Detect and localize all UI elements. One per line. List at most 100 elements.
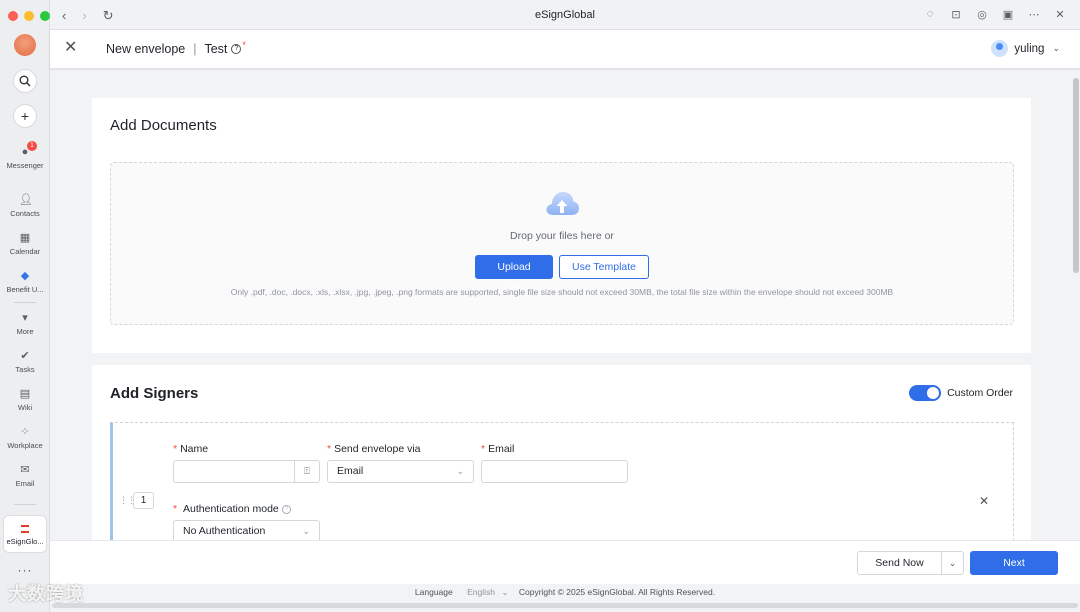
window-controls — [8, 11, 50, 21]
remove-signer-button[interactable]: ✕ — [979, 494, 989, 508]
add-button[interactable]: + — [13, 104, 37, 128]
rail-item-label: Contacts — [10, 209, 40, 218]
calendar-icon: ▦ — [19, 232, 31, 244]
email-field[interactable] — [481, 460, 628, 483]
help-icon[interactable]: ? — [231, 44, 242, 54]
help-icon[interactable]: ? — [281, 504, 291, 514]
chevron-down-icon: ⌄ — [302, 526, 310, 536]
email-label: * Email — [481, 443, 515, 455]
profile-avatar[interactable] — [14, 34, 36, 56]
contact-picker-icon[interactable]: ⍐ — [294, 461, 319, 482]
chevron-down-icon: ⌄ — [1052, 43, 1060, 53]
action-bar: Send Now ⌄ Next — [50, 540, 1080, 584]
rail-item-calendar[interactable]: ▦ Calendar — [0, 232, 50, 256]
rail-item-label: Tasks — [15, 365, 35, 374]
chat-icon[interactable]: ◌ — [924, 8, 936, 21]
browser-toolbar: ‹ › ↻ eSignGlobal ◌ ⊡ ◎ ▣ ⋯ ✕ — [50, 0, 1080, 30]
custom-order-label: Custom Order — [947, 387, 1013, 399]
watermark-logo: 大数跨境 — [8, 584, 84, 604]
horizontal-scrollbar[interactable] — [52, 603, 1078, 608]
name-input[interactable]: ⍐ — [173, 460, 320, 483]
diamond-icon: ◆ — [20, 270, 30, 282]
language-select[interactable]: English ⌄ — [463, 587, 508, 597]
auth-mode-label: * Authentication mode? — [173, 503, 291, 515]
cloud-upload-icon — [546, 192, 579, 215]
rail-item-label: Workplace — [7, 441, 43, 450]
send-via-select[interactable]: Email ⌄ — [327, 460, 474, 483]
vertical-scrollbar[interactable] — [1072, 70, 1080, 540]
person-icon: 👤︎ — [19, 194, 33, 206]
rail-item-email[interactable]: ✉ Email — [0, 464, 50, 488]
rail-divider — [14, 504, 36, 505]
rail-item-label: More — [16, 327, 34, 336]
more-icon[interactable]: ⋯ — [1028, 8, 1040, 21]
file-dropzone[interactable]: Drop your files here or Upload File Use … — [110, 162, 1014, 325]
envelope-header: ✕ New envelope | Test ? * yuling ⌄ — [50, 30, 1080, 69]
rail-divider — [14, 302, 36, 303]
section-title: Add Documents — [110, 117, 217, 134]
file-format-hint: Only .pdf, .doc, .docx, .xls, .xlsx, .jp… — [230, 287, 894, 297]
search-button[interactable] — [13, 69, 37, 93]
custom-order-toggle[interactable] — [909, 385, 942, 401]
rail-item-wiki[interactable]: ▤ Wiki — [0, 388, 50, 412]
send-options-button[interactable]: ⌄ — [941, 551, 964, 575]
book-icon: ▤ — [19, 388, 31, 400]
page-footer: Language English ⌄ Copyright © 2025 eSig… — [50, 584, 1080, 612]
search-icon — [19, 75, 31, 87]
add-documents-section: Add Documents Drop your files here or Up… — [92, 98, 1031, 353]
close-envelope-button[interactable]: ✕ — [64, 40, 77, 56]
user-name: yuling — [1014, 42, 1045, 55]
avatar — [991, 40, 1009, 57]
rail-item-messenger[interactable]: ● 1 Messenger — [0, 141, 50, 170]
breadcrumb-separator: | — [193, 42, 197, 56]
rail-item-more[interactable]: ▾ More — [0, 312, 50, 336]
grid-icon: ⁘ — [20, 426, 30, 438]
drop-instructions: Drop your files here or — [510, 230, 614, 242]
auth-mode-select[interactable]: No Authentication ⌄ — [173, 520, 320, 540]
maximize-window-button[interactable] — [40, 11, 50, 21]
rail-item-label: eSignGlo... — [6, 537, 44, 546]
required-marker: * — [242, 40, 246, 50]
check-icon: ✔ — [20, 350, 30, 362]
next-button[interactable]: Next — [970, 551, 1058, 575]
rail-item-label: Wiki — [17, 403, 33, 412]
more-apps-icon[interactable]: ··· — [0, 563, 50, 577]
rail-item-benefit[interactable]: ◆ Benefit U... — [0, 270, 50, 294]
window-icon[interactable]: ▣ — [1002, 8, 1014, 21]
chevron-down-icon: ⌄ — [948, 558, 957, 568]
breadcrumb: New envelope | Test ? * — [106, 40, 246, 56]
minimize-window-button[interactable] — [24, 11, 34, 21]
page-title: New envelope — [106, 42, 186, 56]
language-label: Language — [414, 587, 453, 597]
required-marker: * — [173, 503, 178, 515]
signer-row: ⋮⋮ 1 * Name ⍐ * Send envelope via Email ⌄ … — [110, 422, 1014, 540]
required-marker: * — [327, 443, 332, 455]
copyright-text: Copyright © 2025 eSignGlobal. All Rights… — [518, 587, 716, 597]
envelope-name[interactable]: Test — [204, 42, 227, 56]
rail-item-esignglobal[interactable]: eSignGlo... — [3, 515, 47, 553]
signer-order-number[interactable]: 1 — [133, 492, 154, 509]
send-now-button[interactable]: Send Now — [857, 551, 941, 575]
close-window-button[interactable] — [8, 11, 18, 21]
add-signers-section: Add Signers Custom Order ⋮⋮ 1 * Name ⍐ * S… — [92, 365, 1031, 540]
robot-icon[interactable]: ⊡ — [950, 8, 962, 21]
required-marker: * — [173, 443, 178, 455]
rail-item-contacts[interactable]: 👤︎ Contacts — [0, 194, 50, 218]
close-icon[interactable]: ✕ — [1054, 8, 1066, 21]
chevron-down-icon: ▾ — [22, 312, 28, 324]
user-menu[interactable]: yuling ⌄ — [991, 40, 1060, 57]
rail-item-label: Calendar — [9, 247, 41, 256]
scrollbar-thumb[interactable] — [1073, 78, 1079, 273]
plus-icon: + — [20, 108, 30, 124]
app-rail: + ● 1 Messenger 👤︎ Contacts ▦ Calendar ◆… — [0, 0, 50, 612]
name-label: * Name — [173, 443, 209, 455]
use-template-button[interactable]: Use Template — [559, 255, 649, 279]
rail-item-label: Messenger — [6, 161, 44, 170]
upload-file-button[interactable]: Upload File — [475, 255, 553, 295]
main-content: Add Documents Drop your files here or Up… — [50, 70, 1072, 540]
rail-item-workplace[interactable]: ⁘ Workplace — [0, 426, 50, 450]
send-via-label: * Send envelope via — [327, 443, 421, 455]
rail-item-tasks[interactable]: ✔ Tasks — [0, 350, 50, 374]
compass-icon[interactable]: ◎ — [976, 8, 988, 21]
mail-icon: ✉ — [20, 464, 30, 476]
